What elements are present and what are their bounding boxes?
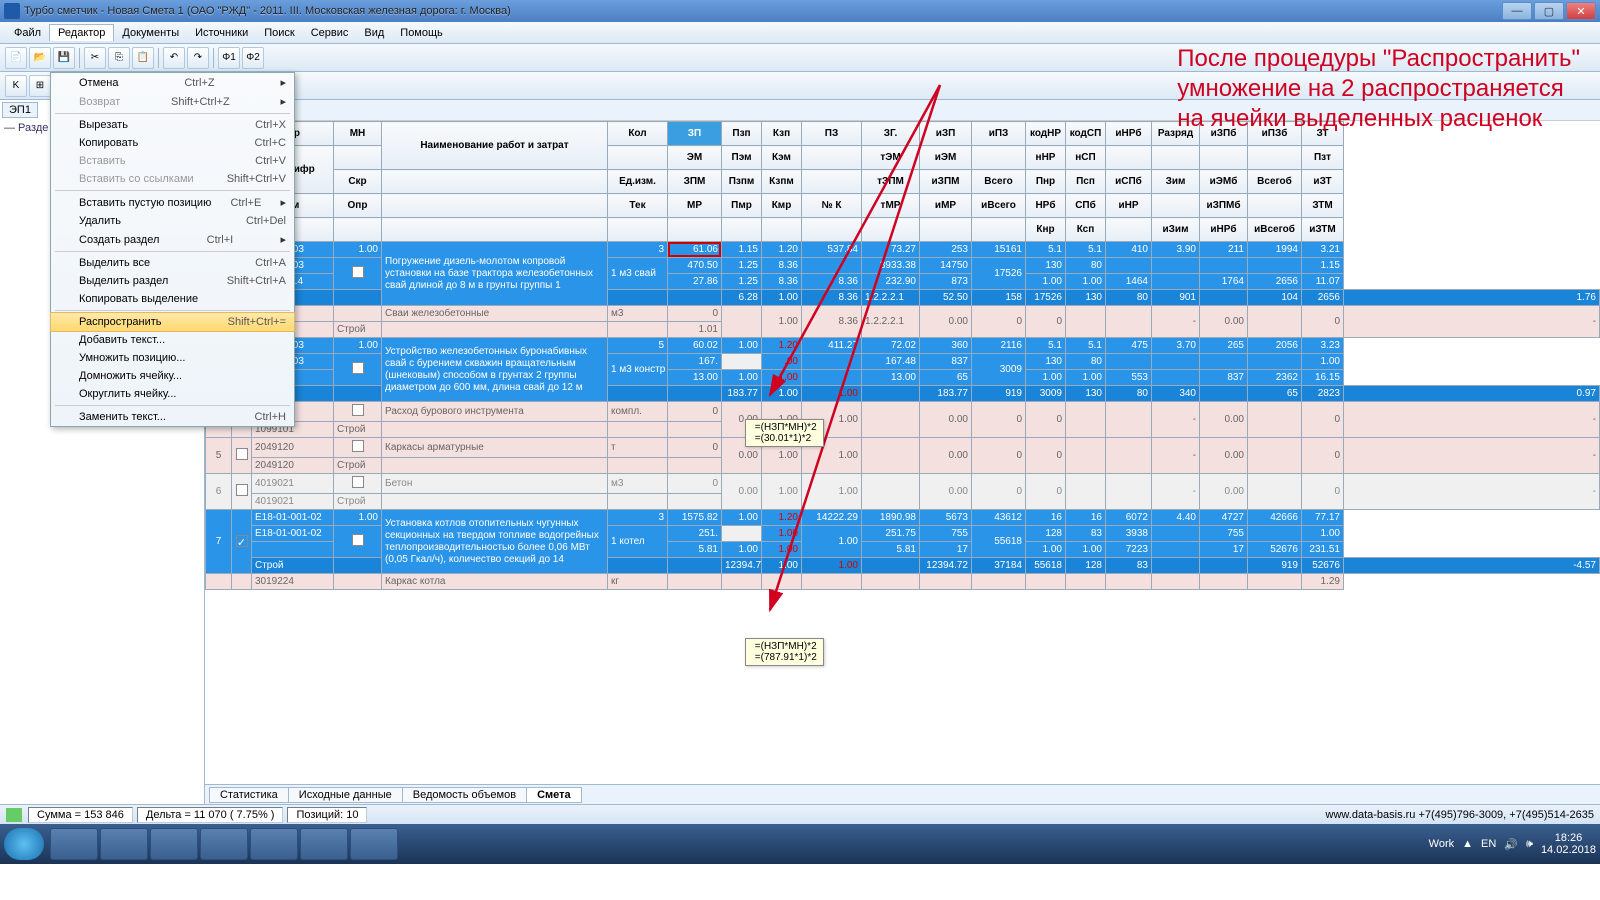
menu-item[interactable]: Вставить со ссылкамиShift+Ctrl+V	[51, 170, 294, 188]
menu-item[interactable]: ВырезатьCtrl+X	[51, 116, 294, 134]
menu-item[interactable]: Добавить текст...	[51, 331, 294, 349]
menu-view[interactable]: Вид	[356, 25, 392, 41]
tb-cut[interactable]: ✂	[84, 47, 106, 69]
menu-item[interactable]: Копировать выделение	[51, 290, 294, 308]
status-positions: Позиций: 10	[287, 807, 367, 823]
taskbar-chrome[interactable]	[250, 828, 298, 860]
taskbar-snip[interactable]	[350, 828, 398, 860]
tb-b[interactable]: Φ2	[242, 47, 264, 69]
taskbar-app[interactable]	[100, 828, 148, 860]
menu-item[interactable]: УдалитьCtrl+Del	[51, 212, 294, 230]
menu-item[interactable]: Вставить пустую позициюCtrl+E▸	[51, 193, 294, 212]
menu-editor[interactable]: Редактор	[49, 24, 114, 41]
menu-item[interactable]: Выделить всеCtrl+A	[51, 254, 294, 272]
tab-estimate[interactable]: Смета	[526, 787, 582, 803]
menubar: Файл Редактор Документы Источники Поиск …	[0, 22, 1600, 44]
tb-paste[interactable]: 📋	[132, 47, 154, 69]
taskbar: Work▲EN 🔊🕪 18:2614.02.2018	[0, 824, 1600, 864]
grid-header: фрМН Наименование работ и затратКол ЗППз…	[206, 122, 1600, 242]
status-url: www.data-basis.ru +7(495)796-3009, +7(49…	[1326, 809, 1594, 821]
menu-item[interactable]: ВставитьCtrl+V	[51, 152, 294, 170]
close-button[interactable]: ✕	[1566, 2, 1596, 20]
menu-item[interactable]: Заменить текст...Ctrl+H	[51, 408, 294, 426]
statusbar: Сумма = 153 846 Дельта = 11 070 ( 7.75% …	[0, 804, 1600, 824]
estimate-grid[interactable]: фрМН Наименование работ и затратКол ЗППз…	[205, 121, 1600, 590]
tb-k[interactable]: K	[5, 75, 27, 97]
main-area: а 1 фрМН Наименование работ и затратКол …	[205, 100, 1600, 804]
menu-item[interactable]: ВозвратShift+Ctrl+Z▸	[51, 92, 294, 111]
minimize-button[interactable]: —	[1502, 2, 1532, 20]
tb-save[interactable]: 💾	[53, 47, 75, 69]
system-tray[interactable]: Work▲EN 🔊🕪 18:2614.02.2018	[1429, 832, 1596, 856]
menu-item[interactable]: Умножить позицию...	[51, 349, 294, 367]
menu-item[interactable]: Округлить ячейку...	[51, 385, 294, 403]
tb-copy[interactable]: ⎘	[108, 47, 130, 69]
table-row[interactable]: 9132 Сваи железобетонныем3 01.008.361.2.…	[206, 306, 1600, 322]
table-row[interactable]: -01-001-031.00 Погружение дизель-молотом…	[206, 242, 1600, 258]
table-row[interactable]: 4 1099101 Расход бурового инструментаком…	[206, 402, 1600, 422]
tab-volumes[interactable]: Ведомость объемов	[402, 787, 527, 803]
tab-source[interactable]: Исходные данные	[288, 787, 403, 803]
annotation-text: После процедуры "Распространить"умножени…	[1177, 44, 1580, 134]
menu-search[interactable]: Поиск	[256, 25, 302, 41]
taskbar-aimp[interactable]	[200, 828, 248, 860]
taskbar-explorer[interactable]	[50, 828, 98, 860]
table-row[interactable]: 6 4019021 Бетонм30 0.001.001.000.00 00- …	[206, 474, 1600, 494]
table-row[interactable]: 5 2049120 Каркасы арматурныет0 0.001.001…	[206, 438, 1600, 458]
window-title: Турбо сметчик - Новая Смета 1 (ОАО "РЖД"…	[24, 5, 1500, 17]
menu-item[interactable]: Домножить ячейку...	[51, 367, 294, 385]
tb-a[interactable]: Φ1	[218, 47, 240, 69]
formula-tooltip-2: =(НЗП*МН)*2 =(787.91*1)*2	[745, 638, 824, 666]
menu-item[interactable]: Выделить разделShift+Ctrl+A	[51, 272, 294, 290]
editor-dropdown-menu[interactable]: ОтменаCtrl+Z▸ВозвратShift+Ctrl+Z▸ Вырезат…	[50, 72, 295, 427]
menu-item[interactable]: КопироватьCtrl+C	[51, 134, 294, 152]
tb-x[interactable]: ⊞	[29, 75, 51, 97]
titlebar: Турбо сметчик - Новая Смета 1 (ОАО "РЖД"…	[0, 0, 1600, 22]
tab-stats[interactable]: Статистика	[209, 787, 289, 803]
maximize-button[interactable]: ▢	[1534, 2, 1564, 20]
menu-documents[interactable]: Документы	[114, 25, 187, 41]
sheet-tabs: Статистика Исходные данные Ведомость объ…	[205, 784, 1600, 804]
menu-item[interactable]: РаспространитьShift+Ctrl+=	[50, 312, 295, 332]
status-delta: Дельта = 11 070 ( 7.75% )	[137, 807, 284, 823]
menu-item[interactable]: Создать разделCtrl+I▸	[51, 230, 294, 249]
menu-sources[interactable]: Источники	[187, 25, 256, 41]
menu-item[interactable]: ОтменаCtrl+Z▸	[51, 73, 294, 92]
tb-redo[interactable]: ↷	[187, 47, 209, 69]
menu-service[interactable]: Сервис	[303, 25, 357, 41]
table-row[interactable]: 3019224 Каркас котлакг 1.29	[206, 574, 1600, 590]
status-sum: Сумма = 153 846	[28, 807, 133, 823]
tb-new[interactable]: 📄	[5, 47, 27, 69]
menu-file[interactable]: Файл	[6, 25, 49, 41]
table-row[interactable]: 7✓ E18-01-001-021.00 Установка котлов от…	[206, 510, 1600, 526]
taskbar-word[interactable]	[300, 828, 348, 860]
sidebar-tab[interactable]: ЭП1	[2, 102, 38, 118]
tb-undo[interactable]: ↶	[163, 47, 185, 69]
menu-help[interactable]: Помощь	[392, 25, 451, 41]
status-icon	[6, 808, 22, 822]
taskbar-thunderbird[interactable]	[150, 828, 198, 860]
start-button[interactable]	[4, 828, 44, 860]
formula-tooltip-1: =(НЗП*МН)*2 =(30.01*1)*2	[745, 419, 824, 447]
app-icon	[4, 3, 20, 19]
table-row[interactable]: -01-029-031.00 Устройство железобетонных…	[206, 338, 1600, 354]
tb-open[interactable]: 📂	[29, 47, 51, 69]
